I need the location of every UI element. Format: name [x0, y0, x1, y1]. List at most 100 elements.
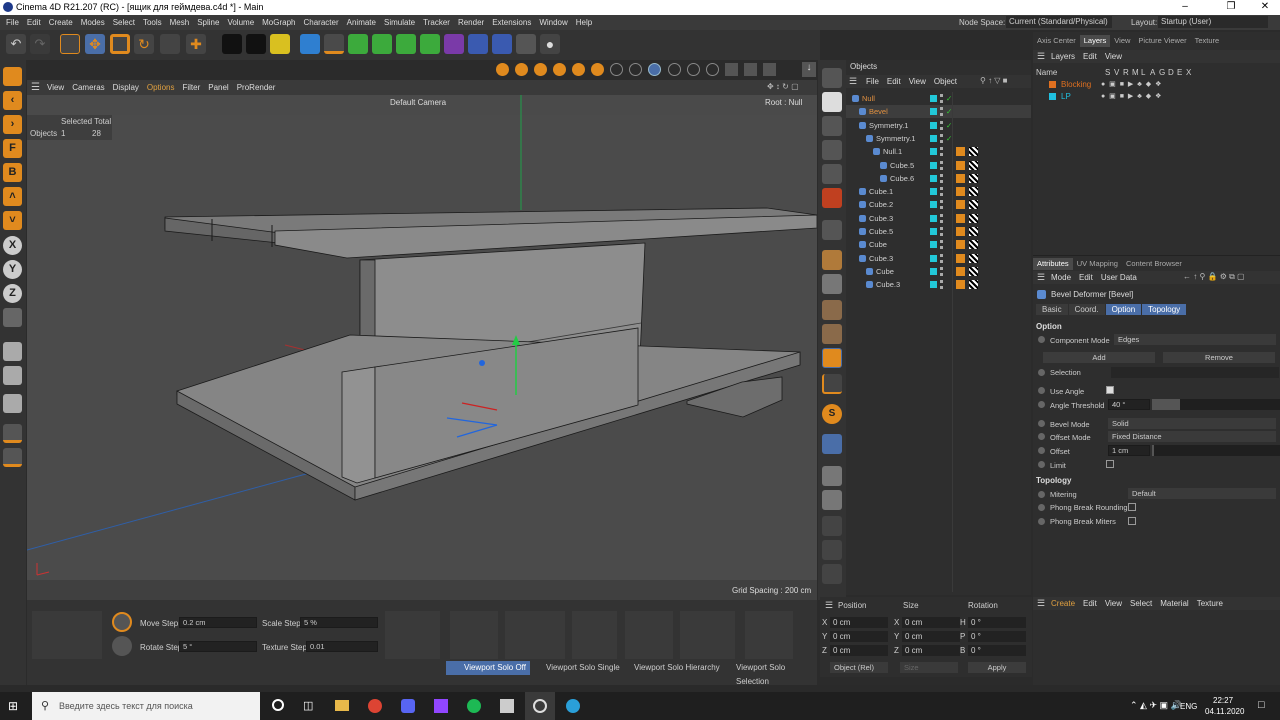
- telegram-icon[interactable]: [566, 699, 580, 713]
- menu-extensions[interactable]: Extensions: [488, 15, 535, 30]
- array-generator-icon[interactable]: [420, 34, 440, 54]
- render-region-icon[interactable]: [3, 342, 22, 361]
- attributes-hamburger-icon[interactable]: ☰: [1037, 272, 1045, 283]
- attributes-tab-0[interactable]: Attributes: [1033, 258, 1073, 270]
- coords-rot-field[interactable]: 0 °: [968, 645, 1026, 656]
- offset-mode-select[interactable]: Fixed Distance: [1108, 431, 1276, 442]
- viewport-menu-view[interactable]: View: [43, 80, 68, 95]
- limit-checkbox[interactable]: [1106, 460, 1114, 468]
- material-tag-icon[interactable]: [956, 280, 965, 290]
- spotify-icon[interactable]: [467, 699, 481, 713]
- knife-icon[interactable]: [3, 424, 22, 443]
- offset-mode-radio[interactable]: [1038, 433, 1045, 440]
- field-icon[interactable]: [468, 34, 488, 54]
- objects-menu-view[interactable]: View: [905, 75, 930, 88]
- chrome-icon[interactable]: [368, 699, 382, 713]
- scale-tool-icon[interactable]: [110, 34, 130, 54]
- y-axis-lock-icon[interactable]: Y: [3, 260, 22, 279]
- chevron-up-icon[interactable]: ˄: [3, 187, 22, 206]
- layer-color-tag[interactable]: [930, 214, 937, 222]
- object-row[interactable]: Null ✓: [846, 92, 1031, 105]
- quantize-icon[interactable]: [763, 63, 776, 76]
- materials-menu-view[interactable]: View: [1101, 597, 1126, 610]
- materials-menu-edit[interactable]: Edit: [1079, 597, 1101, 610]
- objects-menu-file[interactable]: File: [862, 75, 883, 88]
- previous-frame-icon[interactable]: ‹: [3, 91, 22, 110]
- mitering-radio[interactable]: [1038, 491, 1045, 498]
- attributes-subtab-option[interactable]: Option: [1105, 304, 1142, 315]
- layer-row[interactable]: LP ● ▣ ■ ▶ ♣ ◆ ❖: [1033, 91, 1280, 103]
- step-rotate-icon[interactable]: [112, 636, 132, 656]
- tray-icons[interactable]: ⌃ ◭ ✈ ▣ 🔊: [1130, 700, 1182, 711]
- selection-field[interactable]: [1111, 367, 1279, 378]
- use-angle-checkbox[interactable]: [1106, 386, 1114, 394]
- menu-mesh[interactable]: Mesh: [166, 15, 194, 30]
- snap-s-icon[interactable]: S: [822, 404, 842, 424]
- materials-menu-select[interactable]: Select: [1126, 597, 1156, 610]
- object-row[interactable]: Cube.3: [846, 252, 1031, 265]
- objects-menu-object[interactable]: Object: [930, 75, 961, 88]
- tweak-mode-icon[interactable]: [629, 63, 642, 76]
- solo-hierarchy-button[interactable]: Viewport Solo Hierarchy: [622, 661, 722, 675]
- menu-file[interactable]: File: [2, 15, 23, 30]
- attributes-nav-icons[interactable]: ← ↑ ⚲ 🔒 ⚙ ⧉ ▢: [1183, 272, 1245, 282]
- menu-create[interactable]: Create: [45, 15, 77, 30]
- xray-icon[interactable]: [725, 63, 738, 76]
- layer-color-swatch[interactable]: [1049, 81, 1056, 88]
- maximize-icon[interactable]: ❐: [1216, 1, 1246, 12]
- layer-color-tag[interactable]: [930, 148, 937, 156]
- object-row[interactable]: Cube.3: [846, 278, 1031, 291]
- cortana-icon[interactable]: [272, 699, 284, 711]
- use-angle-radio[interactable]: [1038, 387, 1045, 394]
- visibility-dots-icon[interactable]: [940, 187, 943, 197]
- checker-icon[interactable]: [822, 274, 842, 294]
- menu-edit[interactable]: Edit: [23, 15, 45, 30]
- layers-menu-view[interactable]: View: [1101, 50, 1126, 63]
- layout-select[interactable]: Startup (User): [1158, 16, 1268, 28]
- visibility-dots-icon[interactable]: [940, 253, 943, 263]
- angle-threshold-radio[interactable]: [1038, 401, 1045, 408]
- coordinate-system-icon[interactable]: ✚: [186, 34, 206, 54]
- sphere-icon[interactable]: [822, 564, 842, 584]
- layer-color-tag[interactable]: [930, 121, 937, 129]
- layers-menu-edit[interactable]: Edit: [1079, 50, 1101, 63]
- menu-animate[interactable]: Animate: [343, 15, 380, 30]
- layer-color-tag[interactable]: [930, 134, 937, 142]
- lock-workplane-icon[interactable]: [687, 63, 700, 76]
- render-tags-icon[interactable]: [822, 68, 842, 88]
- object-row[interactable]: Cube.1: [846, 185, 1031, 198]
- attributes-tab-2[interactable]: Content Browser: [1122, 258, 1186, 270]
- align-icon[interactable]: [505, 611, 565, 659]
- render-view-icon[interactable]: [222, 34, 242, 54]
- discord-icon[interactable]: [401, 699, 415, 713]
- object-row[interactable]: Cube.6: [846, 172, 1031, 185]
- phong-rounding-checkbox[interactable]: [1128, 503, 1136, 511]
- dissolve-icon[interactable]: [822, 220, 842, 240]
- viewport-menu-panel[interactable]: Panel: [204, 80, 232, 95]
- box-icon[interactable]: [822, 300, 842, 320]
- twitch-icon[interactable]: [434, 699, 448, 713]
- points-mode-icon[interactable]: [496, 63, 509, 76]
- attributes-subtab-basic[interactable]: Basic: [1036, 304, 1068, 315]
- visibility-dots-icon[interactable]: [940, 266, 943, 276]
- step-move-icon[interactable]: [112, 612, 132, 632]
- objects-hamburger-icon[interactable]: ☰: [849, 76, 857, 87]
- uvw-tag-icon[interactable]: [969, 200, 978, 210]
- component-mode-radio[interactable]: [1038, 336, 1045, 343]
- object-row[interactable]: Cube.5: [846, 225, 1031, 238]
- phong-miters-radio[interactable]: [1038, 518, 1045, 525]
- offset-radio[interactable]: [1038, 447, 1045, 454]
- cube-primitive-icon[interactable]: [300, 34, 320, 54]
- tool-b-icon[interactable]: B: [3, 163, 22, 182]
- render-to-picture-viewer-icon[interactable]: [246, 34, 266, 54]
- visibility-dots-icon[interactable]: [940, 133, 943, 143]
- limit-radio[interactable]: [1038, 461, 1045, 468]
- layer-row[interactable]: Blocking ● ▣ ■ ▶ ♣ ◆ ❖: [1033, 79, 1280, 91]
- light-icon[interactable]: ●: [540, 34, 560, 54]
- layers-tab-2[interactable]: View: [1110, 35, 1134, 47]
- download-icon[interactable]: ↓: [802, 62, 816, 77]
- uvw-tag-icon[interactable]: [969, 173, 978, 183]
- visibility-dots-icon[interactable]: [940, 173, 943, 183]
- polygons-mode-icon[interactable]: [534, 63, 547, 76]
- box2-icon[interactable]: [822, 324, 842, 344]
